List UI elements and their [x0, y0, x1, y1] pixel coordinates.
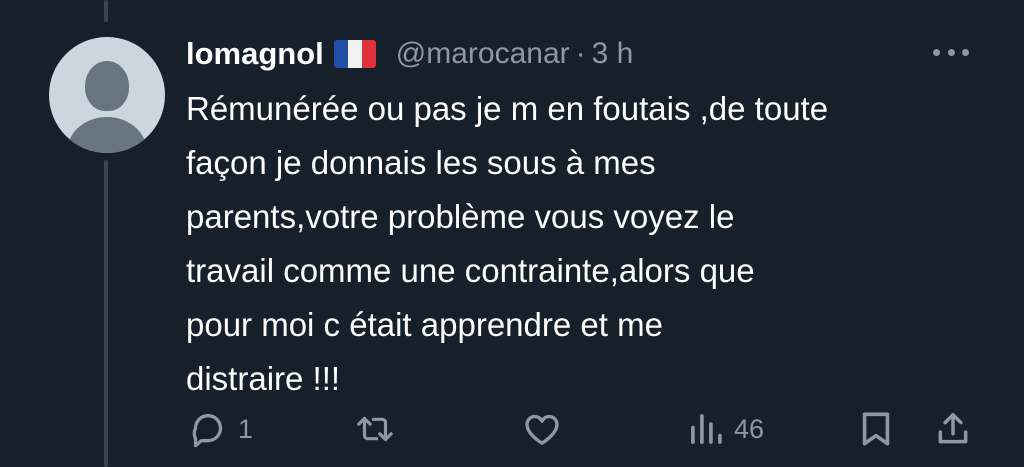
tweet-text-line: parents,votre problème vous voyez le [186, 198, 735, 235]
like-button[interactable] [522, 406, 572, 452]
heart-icon [525, 414, 559, 445]
reply-count: 1 [238, 413, 254, 444]
tweet-card[interactable]: lomagnol @marocanar · 3 h Rémunérée ou p… [0, 0, 1024, 467]
reply-icon [192, 414, 223, 448]
reply-button[interactable]: 1 [188, 406, 253, 452]
tweet-text: Rémunérée ou pas je m en foutais ,de tou… [186, 82, 976, 406]
views-count: 46 [734, 413, 765, 444]
timestamp[interactable]: 3 h [592, 37, 634, 71]
tweet-text-line: distraire !!! [186, 360, 341, 397]
thread-line-top [104, 0, 108, 22]
bookmark-button[interactable] [858, 406, 894, 452]
share-button[interactable] [934, 406, 972, 452]
more-icon[interactable] [933, 40, 969, 64]
analytics-icon [691, 414, 722, 444]
tweet-text-line: façon je donnais les sous à mes [186, 144, 656, 181]
share-icon [938, 413, 968, 444]
bookmark-icon [862, 412, 890, 446]
retweet-icon [357, 416, 393, 442]
tweet-text-line: Rémunérée ou pas je m en foutais ,de tou… [186, 90, 829, 127]
separator-dot: · [575, 37, 586, 70]
tweet-text-line: travail comme une contrainte,alors que [186, 252, 755, 289]
avatar-body-shape [67, 117, 147, 153]
tweet-text-line: pour moi c était apprendre et me [186, 306, 663, 343]
action-bar: 1 46 [186, 406, 986, 452]
retweet-button[interactable] [354, 406, 406, 452]
thread-line-bottom [104, 160, 108, 467]
user-handle[interactable]: @marocanar [396, 37, 570, 71]
avatar[interactable] [49, 37, 165, 153]
tweet-header: lomagnol @marocanar · 3 h [186, 34, 633, 74]
avatar-head-shape [85, 61, 129, 111]
views-button[interactable]: 46 [688, 406, 764, 452]
display-name[interactable]: lomagnol [186, 36, 324, 72]
french-flag-emoji [333, 40, 376, 68]
